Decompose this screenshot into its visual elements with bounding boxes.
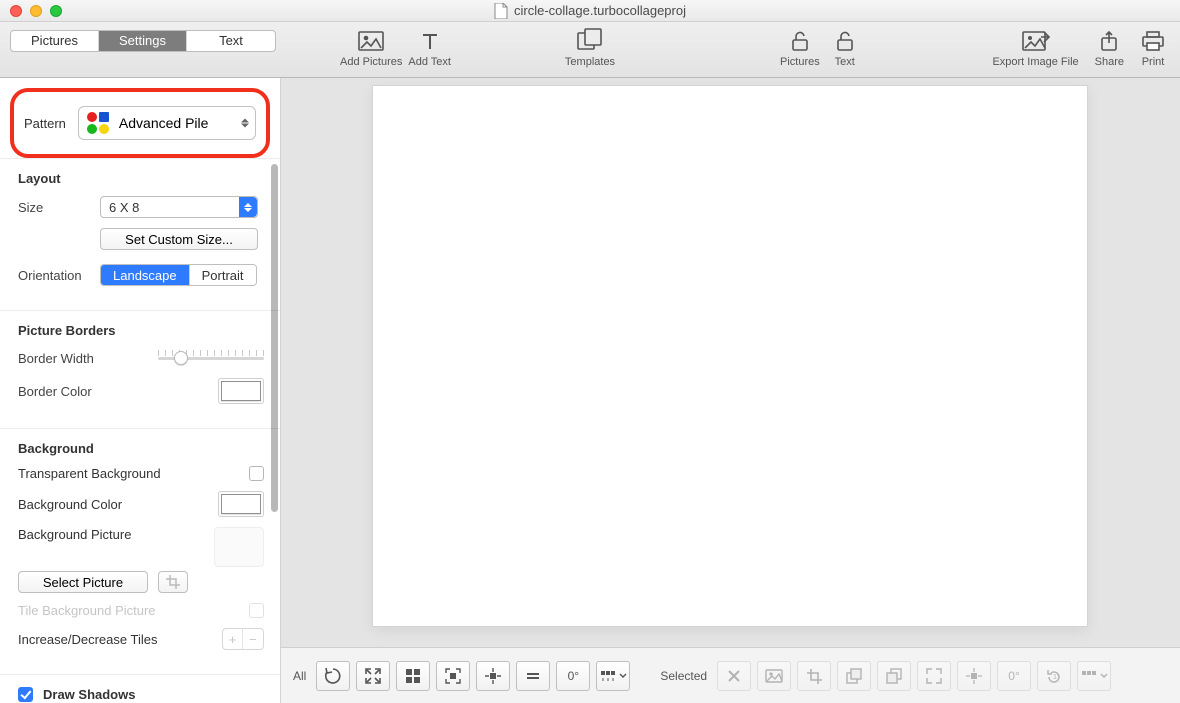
add-pictures-button[interactable] xyxy=(357,28,385,54)
expand-fill-button[interactable] xyxy=(436,661,470,691)
sel-center-button xyxy=(957,661,991,691)
bottom-selected-label: Selected xyxy=(660,669,707,683)
border-color-swatch[interactable] xyxy=(218,378,264,404)
shuffle-button[interactable] xyxy=(316,661,350,691)
sel-fit-button xyxy=(917,661,951,691)
window-title: circle-collage.turbocollageproj xyxy=(514,3,686,18)
background-heading: Background xyxy=(18,441,264,456)
window-close[interactable] xyxy=(10,5,22,17)
bg-picture-well[interactable] xyxy=(214,527,264,567)
group-add: Add Pictures Add Text xyxy=(340,28,451,68)
lock-text-label: Text xyxy=(835,56,855,68)
inc-dec-tiles-label: Increase/Decrease Tiles xyxy=(18,632,157,647)
orientation-landscape[interactable]: Landscape xyxy=(101,265,190,285)
add-text-button[interactable] xyxy=(417,28,443,54)
orientation-portrait[interactable]: Portrait xyxy=(190,265,256,285)
sel-delete-button xyxy=(717,661,751,691)
print-button[interactable] xyxy=(1140,28,1166,54)
borders-heading: Picture Borders xyxy=(18,323,264,338)
svg-text:1°: 1° xyxy=(1053,673,1060,681)
add-pictures-label: Add Pictures xyxy=(340,56,402,68)
sel-distribute-button xyxy=(1077,661,1111,691)
export-button[interactable] xyxy=(1021,28,1051,54)
sel-rotate-button: 1° xyxy=(1037,661,1071,691)
sel-bring-forward-button xyxy=(837,661,871,691)
pattern-icon xyxy=(87,112,109,134)
add-text-label: Add Text xyxy=(408,56,451,68)
tab-text[interactable]: Text xyxy=(187,31,275,51)
toggle-lock-text[interactable] xyxy=(832,28,858,54)
sel-crop-button xyxy=(797,661,831,691)
border-width-label: Border Width xyxy=(18,351,148,366)
print-label: Print xyxy=(1142,56,1165,68)
share-label: Share xyxy=(1095,56,1124,68)
draw-shadows-label: Draw Shadows xyxy=(43,687,135,702)
center-align-button[interactable] xyxy=(476,661,510,691)
bottom-all-label: All xyxy=(293,669,306,683)
group-locks: Pictures Text xyxy=(780,28,858,68)
lock-pictures-label: Pictures xyxy=(780,56,820,68)
layout-heading: Layout xyxy=(18,171,264,186)
set-custom-size-button[interactable]: Set Custom Size... xyxy=(100,228,258,250)
tab-settings[interactable]: Settings xyxy=(99,31,187,51)
window-zoom[interactable] xyxy=(50,5,62,17)
sel-replace-button xyxy=(757,661,791,691)
size-select[interactable]: 6 X 8 xyxy=(100,196,258,218)
border-width-slider[interactable] xyxy=(158,348,264,368)
canvas-stage[interactable] xyxy=(281,78,1180,647)
export-label: Export Image File xyxy=(992,56,1078,68)
toggle-lock-pictures[interactable] xyxy=(787,28,813,54)
sidebar-mode-tabs[interactable]: Pictures Settings Text xyxy=(10,30,276,52)
document-icon xyxy=(494,3,508,19)
window-minimize[interactable] xyxy=(30,5,42,17)
templates-button[interactable] xyxy=(575,28,605,54)
tab-pictures[interactable]: Pictures xyxy=(11,31,99,51)
crop-bg-button[interactable] xyxy=(158,571,188,593)
sel-send-backward-button xyxy=(877,661,911,691)
pattern-value: Advanced Pile xyxy=(119,115,209,131)
border-color-label: Border Color xyxy=(18,384,148,399)
sel-reset-rotation-button: 0° xyxy=(997,661,1031,691)
transparent-bg-label: Transparent Background xyxy=(18,466,161,481)
share-button[interactable] xyxy=(1096,28,1122,54)
tiles-minus[interactable]: − xyxy=(243,629,263,649)
orientation-segment[interactable]: Landscape Portrait xyxy=(100,264,257,286)
select-picture-button[interactable]: Select Picture xyxy=(18,571,148,593)
tiles-stepper[interactable]: + − xyxy=(222,628,264,650)
grid-button[interactable] xyxy=(396,661,430,691)
orientation-label: Orientation xyxy=(18,268,90,283)
pattern-dropdown[interactable]: Advanced Pile xyxy=(78,106,256,140)
draw-shadows-checkbox[interactable] xyxy=(18,687,33,702)
size-value: 6 X 8 xyxy=(109,200,139,215)
tiles-plus[interactable]: + xyxy=(223,629,243,649)
tile-bg-checkbox xyxy=(249,603,264,618)
chevron-updown-icon xyxy=(241,119,249,128)
distribute-button[interactable] xyxy=(596,661,630,691)
pattern-selector-highlight: Pattern Advanced Pile xyxy=(10,88,270,158)
tile-bg-label: Tile Background Picture xyxy=(18,603,156,618)
fit-button[interactable] xyxy=(356,661,390,691)
collage-page[interactable] xyxy=(373,86,1087,626)
bg-color-label: Background Color xyxy=(18,497,122,512)
templates-label: Templates xyxy=(565,56,615,68)
pattern-label: Pattern xyxy=(24,116,66,131)
reset-rotation-button[interactable]: 0° xyxy=(556,661,590,691)
bg-picture-label: Background Picture xyxy=(18,527,131,542)
size-label: Size xyxy=(18,200,90,215)
equalize-button[interactable] xyxy=(516,661,550,691)
transparent-bg-checkbox[interactable] xyxy=(249,466,264,481)
dropdown-arrows-icon xyxy=(239,197,257,217)
sidebar-scrollbar[interactable] xyxy=(266,78,280,703)
bg-color-swatch[interactable] xyxy=(218,491,264,517)
